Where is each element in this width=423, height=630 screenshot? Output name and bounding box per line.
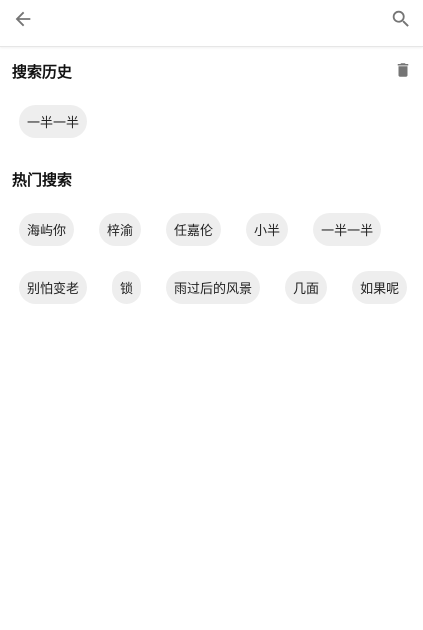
trash-icon xyxy=(397,63,409,77)
search-history-title: 搜索历史 xyxy=(12,63,73,81)
hot-search-chip[interactable]: 别怕变老 xyxy=(19,271,88,304)
hot-search-chip[interactable]: 锁 xyxy=(112,271,142,304)
arrow-back-icon xyxy=(15,11,31,27)
search-history-list: 一半一半 xyxy=(19,105,414,138)
hot-search-chip[interactable]: 如果呢 xyxy=(352,271,408,304)
search-button[interactable] xyxy=(387,5,415,33)
history-chip[interactable]: 一半一半 xyxy=(19,105,88,138)
top-app-bar xyxy=(0,0,423,47)
hot-search-chip[interactable]: 梓渝 xyxy=(99,213,142,246)
hot-search-chip[interactable]: 几面 xyxy=(285,271,328,304)
hot-search-chip[interactable]: 一半一半 xyxy=(313,213,382,246)
hot-search-title: 热门搜索 xyxy=(12,171,73,189)
hot-search-list: 海屿你 梓渝 任嘉伦 小半 一半一半 别怕变老 锁 雨过后的风景 几面 如果呢 xyxy=(19,213,414,304)
hot-search-chip[interactable]: 任嘉伦 xyxy=(166,213,222,246)
back-button[interactable] xyxy=(9,5,37,33)
clear-history-button[interactable] xyxy=(391,58,415,82)
hot-search-chip[interactable]: 小半 xyxy=(246,213,289,246)
hot-search-chip[interactable]: 雨过后的风景 xyxy=(166,271,261,304)
hot-search-chip[interactable]: 海屿你 xyxy=(19,213,75,246)
search-icon xyxy=(392,10,409,27)
